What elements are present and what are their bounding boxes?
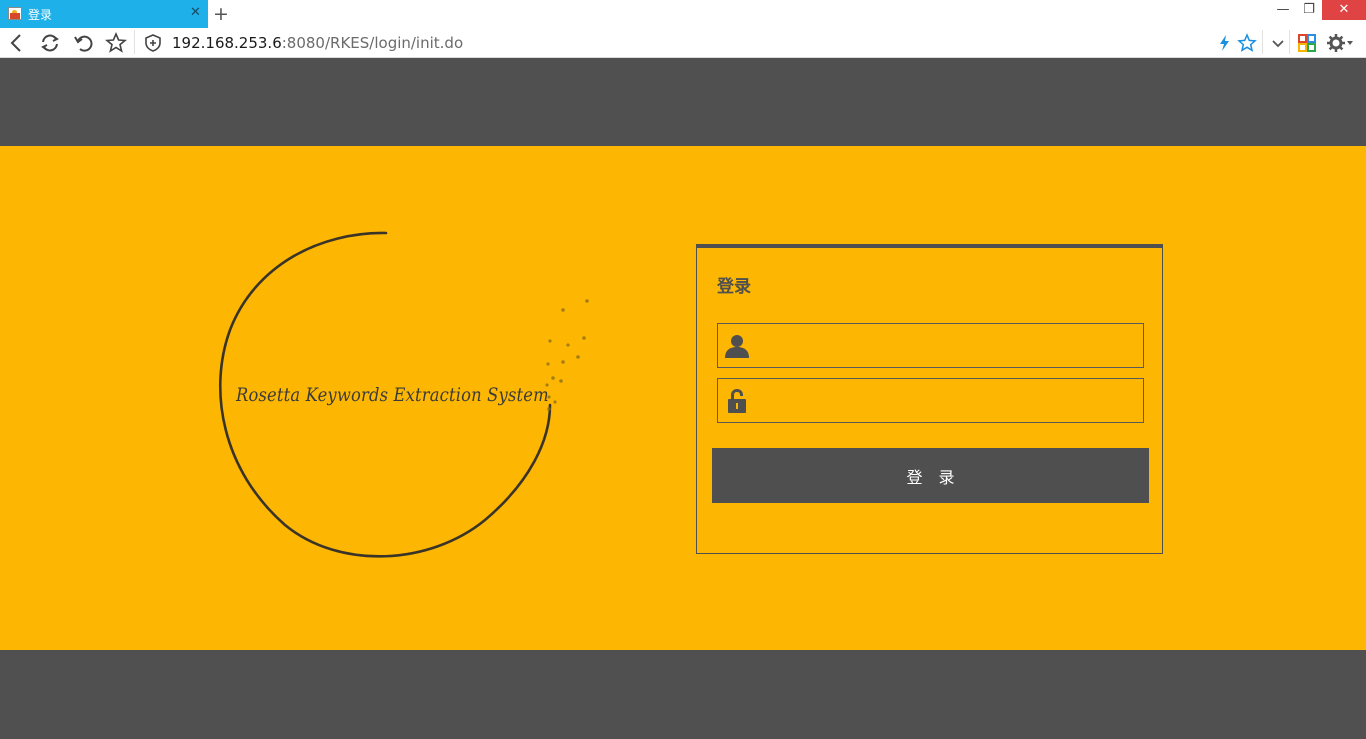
login-panel: 登录 登 录: [696, 244, 1163, 554]
minimize-button[interactable]: —: [1272, 0, 1294, 20]
username-input[interactable]: [758, 324, 1142, 369]
shield-icon[interactable]: [142, 32, 164, 54]
login-title: 登录: [717, 277, 751, 297]
undo-icon[interactable]: [72, 32, 94, 54]
url-path: :8080/RKES/login/init.do: [281, 34, 464, 52]
toolbar-separator: [134, 30, 135, 54]
lightning-icon[interactable]: [1214, 32, 1236, 54]
url-host: 192.168.253.6: [172, 34, 282, 52]
favorite-icon[interactable]: [105, 32, 127, 54]
new-tab-button[interactable]: +: [213, 3, 229, 25]
apps-icon[interactable]: [1296, 32, 1318, 54]
address-bar[interactable]: 192.168.253.6:8080/RKES/login/init.do: [172, 33, 463, 53]
user-icon: [724, 333, 750, 359]
password-field[interactable]: [717, 378, 1144, 424]
reload-icon[interactable]: [39, 32, 61, 54]
settings-icon[interactable]: [1326, 32, 1353, 54]
toolbar-separator: [1262, 30, 1263, 54]
star-icon[interactable]: [1236, 32, 1258, 54]
logo: Rosetta Keywords Extraction System: [200, 220, 600, 570]
logo-text: Rosetta Keywords Extraction System: [236, 384, 549, 406]
login-button[interactable]: 登 录: [712, 448, 1149, 503]
back-icon[interactable]: [6, 32, 28, 54]
favicon-icon: [8, 7, 22, 20]
browser-tabstrip: 登录 ✕ + — ❐ ✕: [0, 0, 1366, 28]
browser-tab[interactable]: 登录 ✕: [0, 0, 208, 28]
dropdown-icon[interactable]: [1267, 32, 1289, 54]
password-input[interactable]: [758, 379, 1142, 424]
lock-icon: [724, 388, 750, 414]
browser-toolbar: 192.168.253.6:8080/RKES/login/init.do: [0, 28, 1366, 58]
maximize-button[interactable]: ❐: [1298, 0, 1320, 20]
username-field[interactable]: [717, 323, 1144, 369]
window-close-button[interactable]: ✕: [1322, 0, 1366, 20]
tab-title: 登录: [28, 8, 53, 22]
close-tab-icon[interactable]: ✕: [190, 5, 201, 21]
toolbar-separator: [1289, 30, 1290, 54]
